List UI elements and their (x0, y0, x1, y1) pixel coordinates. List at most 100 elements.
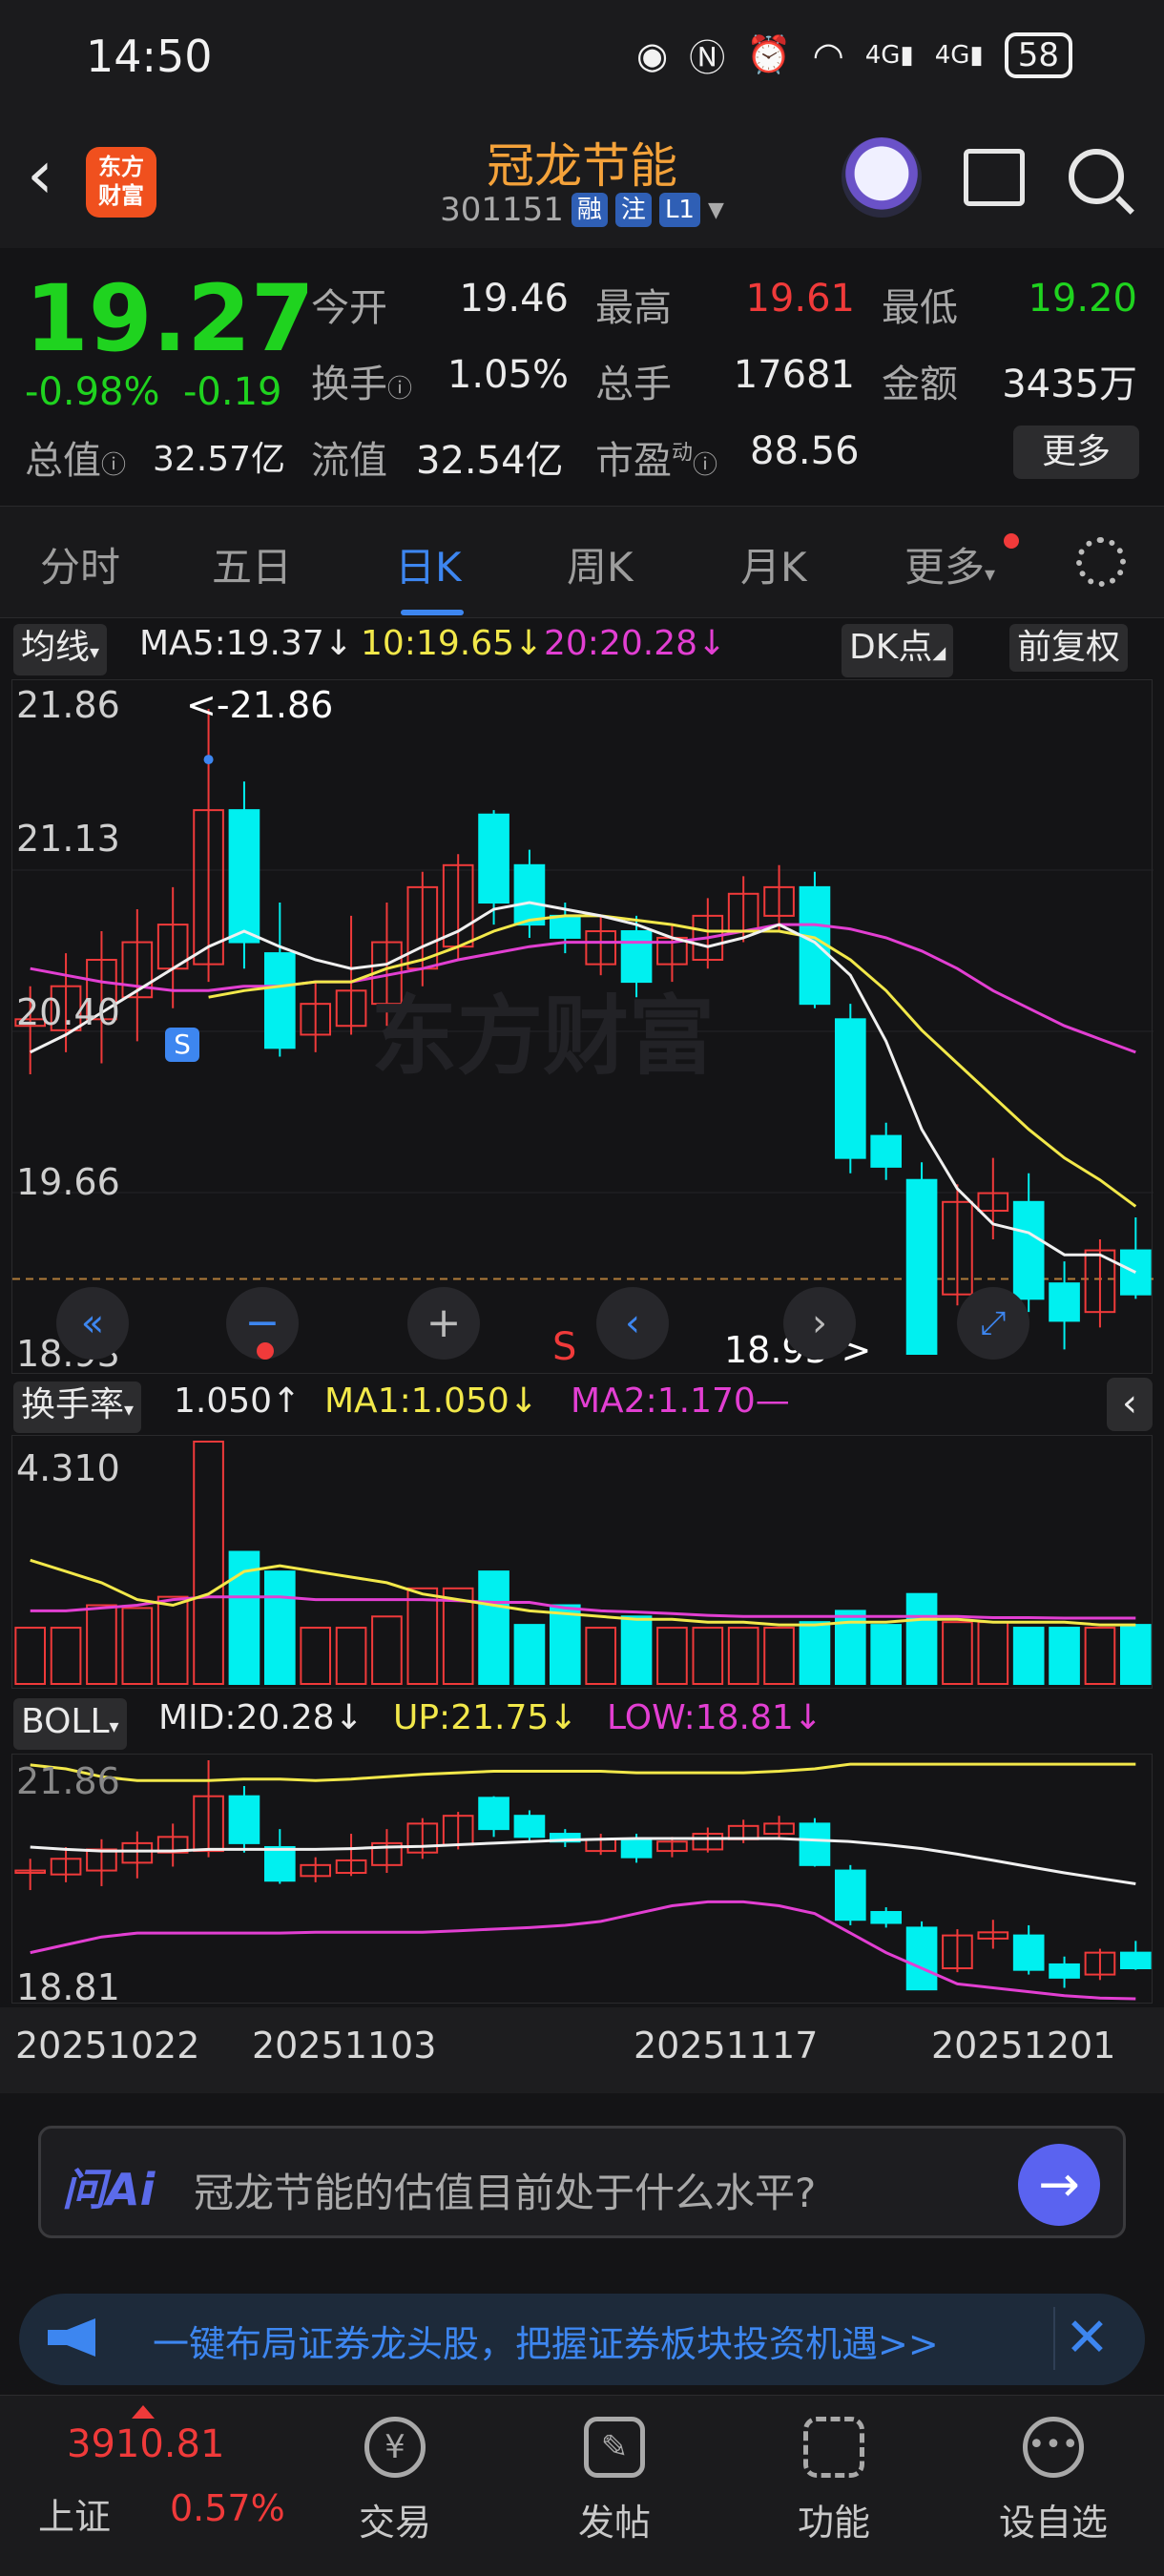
next-icon[interactable]: › (783, 1287, 856, 1360)
float-value: 32.54亿 (416, 439, 564, 483)
yen-icon: ¥ (364, 2417, 426, 2478)
ai-robot-icon[interactable] (842, 137, 922, 218)
turnover-bar (763, 1627, 795, 1686)
amount-value: 3435万 (1002, 363, 1137, 406)
alarm-icon: ⏰ (746, 33, 792, 75)
high-label: 最高 (595, 286, 672, 330)
mktcap-value: 32.57亿 (153, 440, 286, 479)
nav-post[interactable]: ✎ 发帖 (519, 2417, 710, 2545)
candle-body (549, 914, 581, 939)
y-label-top: 21.86 (16, 684, 120, 726)
boll-y-top: 21.86 (16, 1760, 120, 1802)
turnover-bar (1119, 1624, 1152, 1685)
turnover-bar (478, 1570, 509, 1685)
boll-svg (14, 1760, 1152, 2001)
chevron-down-icon[interactable]: ▼ (708, 198, 724, 222)
turnover-bar (1049, 1627, 1080, 1686)
watermark: 东方财富 (371, 987, 715, 1087)
turnover-legend: 换手率▾ 1.050↑ MA1:1.050↓ MA2:1.170— ‹ (0, 1376, 1164, 1433)
boll-candle-body (513, 1815, 546, 1839)
nav-trade[interactable]: ¥ 交易 (300, 2417, 490, 2545)
tab-weekly-k[interactable]: 周K (567, 535, 634, 593)
nav-functions[interactable]: 功能 (738, 2417, 929, 2545)
candle-body (228, 809, 260, 944)
turnover-bar (300, 1627, 332, 1686)
volume-label: 总手 (595, 363, 672, 406)
turnover-bar (263, 1570, 296, 1685)
index-percent[interactable]: 0.57% (170, 2487, 285, 2529)
boll-candle-body (1119, 1951, 1152, 1970)
tab-daily-k[interactable]: 日K (395, 535, 462, 593)
tab-five-day[interactable]: 五日 (212, 535, 292, 593)
boll-chart[interactable]: 21.86 18.81 (11, 1754, 1153, 2008)
prev-icon[interactable]: ‹ (596, 1287, 669, 1360)
search-icon[interactable] (1069, 149, 1124, 204)
boll-legend: BOLL▾ MID:20.28↓ UP:21.75↓ LOW:18.81↓ (0, 1693, 1164, 1750)
collapse-icon[interactable]: ‹ (1107, 1378, 1153, 1431)
promo-text[interactable]: 一键布局证券龙头股，把握证券板块投资机遇>> (153, 2315, 939, 2367)
tab-monthly-k[interactable]: 月K (740, 535, 807, 593)
boll-y-bottom: 18.81 (16, 1966, 120, 2008)
turnover-bar (406, 1587, 439, 1686)
turnover-y-label: 4.310 (16, 1447, 120, 1489)
tab-intraday[interactable]: 分时 (40, 535, 120, 593)
nav-add-favorite[interactable]: ••• 设自选 (958, 2417, 1149, 2545)
boll-low-line (30, 1900, 1136, 2001)
dk-point-button[interactable]: DK点◢ (842, 624, 954, 677)
promo-banner[interactable]: 一键布局证券龙头股，把握证券板块投资机遇>> ✕ (19, 2294, 1145, 2385)
nfc-icon: Ⓝ (689, 37, 726, 79)
boll-candle-body (228, 1795, 260, 1844)
boll-selector[interactable]: BOLL▾ (13, 1698, 127, 1750)
fullscreen-icon[interactable]: ⤢ (957, 1287, 1029, 1360)
more-button[interactable]: 更多 (1013, 426, 1139, 479)
turnover-bar (692, 1627, 724, 1686)
nav-label: 发帖 (577, 2502, 651, 2544)
boll-mid-line (30, 1837, 1136, 1885)
turnover-svg (14, 1441, 1152, 1686)
volume-value: 17681 (733, 353, 855, 397)
turnover-bar (50, 1627, 82, 1686)
edit-icon: ✎ (584, 2417, 645, 2478)
double-left-icon[interactable]: « (56, 1287, 129, 1360)
y-label-3: 20.40 (16, 991, 120, 1033)
turnover-chart[interactable]: 4.310 (11, 1435, 1153, 1689)
boll-up: UP:21.75↓ (393, 1698, 578, 1737)
sub-indicator-selector[interactable]: 换手率▾ (13, 1381, 142, 1433)
open-value: 19.46 (459, 277, 569, 321)
turnover-current: 1.050↑ (174, 1381, 301, 1421)
tag-margin: 融 (571, 193, 608, 227)
turnover-label: 换手ⓘ (311, 363, 413, 406)
index-value[interactable]: 3910.81 (67, 2422, 224, 2466)
high-value: 19.61 (745, 277, 855, 321)
last-price: 19.27 (25, 265, 315, 372)
turnover-bar (86, 1604, 117, 1685)
boll-up-line (30, 1762, 1136, 1782)
tag-registration: 注 (614, 193, 652, 227)
nav-label: 交易 (358, 2502, 431, 2544)
share-icon[interactable] (964, 149, 1025, 206)
tab-more[interactable]: 更多▾ (904, 535, 995, 593)
bottom-nav: 3910.81 上证 0.57% ¥ 交易 ✎ 发帖 功能 ••• 设自选 (0, 2395, 1164, 2576)
turnover-bar (727, 1627, 759, 1686)
boll-candle-body (478, 1797, 509, 1831)
turnover-bar (371, 1615, 403, 1686)
zoom-dot (257, 1342, 274, 1360)
date-label: 20251022 (15, 2025, 200, 2067)
index-name[interactable]: 上证 (38, 2487, 111, 2540)
adjust-button[interactable]: 前复权 (1009, 624, 1129, 672)
candle-body (263, 952, 296, 1049)
ai-question-box[interactable]: 问Ai 冠龙节能的估值目前处于什么水平? → (38, 2126, 1126, 2238)
close-icon[interactable]: ✕ (1065, 2307, 1110, 2369)
turnover-ma1-line (30, 1558, 1136, 1627)
gear-icon[interactable] (1076, 537, 1126, 587)
battery-icon: 58 (1004, 31, 1072, 78)
megaphone-icon (48, 2318, 95, 2357)
ai-question[interactable]: 冠龙节能的估值目前处于什么水平? (194, 2161, 816, 2219)
kline-chart[interactable]: 21.86 21.13 20.40 19.66 18.93 <-21.86 18… (11, 679, 1154, 1375)
turnover-bar (121, 1607, 154, 1686)
high-note: <-21.86 (186, 684, 334, 726)
indicator-selector[interactable]: 均线▾ (13, 624, 108, 675)
arrow-right-icon[interactable]: → (1018, 2144, 1100, 2226)
turnover-bar (620, 1615, 653, 1686)
zoom-in-icon[interactable]: + (407, 1287, 480, 1360)
